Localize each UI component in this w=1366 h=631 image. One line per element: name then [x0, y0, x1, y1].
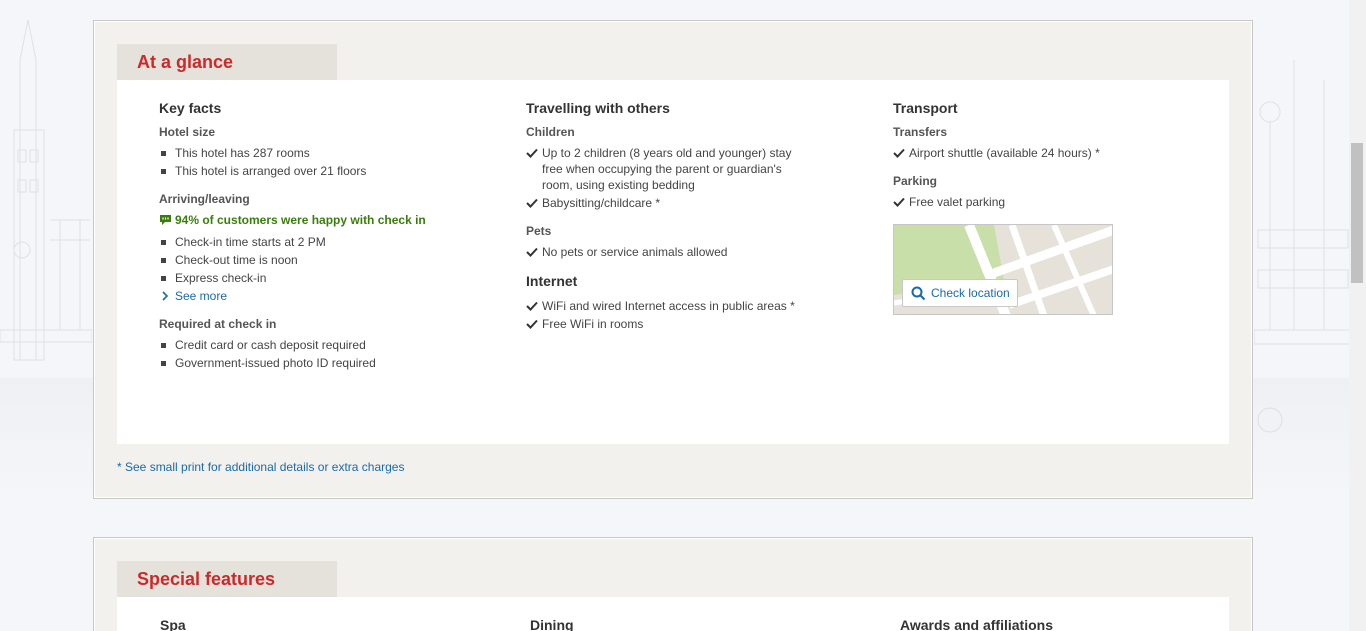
- parking-label: Parking: [893, 174, 938, 188]
- list-item: WiFi and wired Internet access in public…: [526, 298, 811, 314]
- hotel-size-label: Hotel size: [159, 125, 216, 139]
- chevron-right-icon: [162, 291, 169, 301]
- hotel-size-list: This hotel has 287 rooms This hotel is a…: [159, 145, 459, 179]
- transfers-group: Transfers Airport shuttle (available 24 …: [893, 125, 1193, 161]
- arriving-leaving-group: Arriving/leaving 94% of customers were h…: [159, 192, 459, 304]
- list-item: Up to 2 children (8 years old and younge…: [526, 145, 811, 193]
- transport-heading: Transport: [893, 100, 958, 116]
- bullet-icon: [161, 258, 166, 263]
- awards-heading: Awards and affiliations: [900, 617, 1053, 631]
- required-at-check-in-label: Required at check in: [159, 317, 277, 331]
- required-at-check-in-group: Required at check in Credit card or cash…: [159, 317, 459, 371]
- checkmark-icon: [526, 148, 538, 158]
- list-item: Credit card or cash deposit required: [159, 337, 459, 353]
- list-item: Babysitting/childcare *: [526, 195, 811, 211]
- section-title-at-a-glance: At a glance: [117, 44, 337, 80]
- children-group: Children Up to 2 children (8 years old a…: [526, 125, 826, 211]
- bullet-icon: [161, 276, 166, 281]
- travelling-heading: Travelling with others: [526, 100, 670, 116]
- at-a-glance-section: At a glance Key facts Hotel size This ho…: [93, 20, 1253, 499]
- travelling-column: Travelling with others Children Up to 2 …: [526, 100, 826, 345]
- small-print-link[interactable]: * See small print for additional details…: [117, 460, 404, 474]
- list-item: No pets or service animals allowed: [526, 244, 811, 260]
- parking-group: Parking Free valet parking: [893, 174, 1193, 210]
- internet-list: WiFi and wired Internet access in public…: [526, 298, 826, 332]
- see-more-link[interactable]: See more: [159, 288, 459, 304]
- page-scrollbar[interactable]: [1349, 0, 1366, 631]
- hotel-size-group: Hotel size This hotel has 287 rooms This…: [159, 125, 459, 179]
- checkmark-icon: [526, 198, 538, 208]
- arriving-leaving-list: Check-in time starts at 2 PM Check-out t…: [159, 234, 459, 286]
- pets-group: Pets No pets or service animals allowed: [526, 224, 826, 260]
- list-item: This hotel has 287 rooms: [159, 145, 459, 161]
- pets-label: Pets: [526, 224, 552, 238]
- list-item: Free valet parking: [893, 194, 1178, 210]
- checkmark-icon: [526, 247, 538, 257]
- skyline-illustration-left: [0, 19, 92, 361]
- check-location-button[interactable]: Check location: [902, 279, 1018, 307]
- location-map[interactable]: Check location: [893, 224, 1113, 315]
- skyline-illustration-right: [1254, 60, 1350, 433]
- list-item: Free WiFi in rooms: [526, 316, 811, 332]
- arriving-leaving-label: Arriving/leaving: [159, 192, 250, 206]
- list-item: Check-in time starts at 2 PM: [159, 234, 459, 250]
- speech-bubble-icon: [160, 215, 171, 225]
- scrollbar-thumb[interactable]: [1351, 143, 1363, 283]
- children-list: Up to 2 children (8 years old and younge…: [526, 145, 826, 211]
- parking-list: Free valet parking: [893, 194, 1193, 210]
- section-title-special-features: Special features: [117, 561, 337, 597]
- checkmark-icon: [893, 197, 905, 207]
- list-item: This hotel is arranged over 21 floors: [159, 163, 459, 179]
- bullet-icon: [161, 343, 166, 348]
- key-facts-column: Key facts Hotel size This hotel has 287 …: [159, 100, 459, 384]
- dining-heading: Dining: [530, 617, 574, 631]
- special-features-section: Special features Spa Dining Awards and a…: [93, 537, 1253, 631]
- check-in-satisfaction: 94% of customers were happy with check i…: [159, 212, 459, 228]
- required-list: Credit card or cash deposit required Gov…: [159, 337, 459, 371]
- bullet-icon: [161, 151, 166, 156]
- search-icon: [911, 286, 926, 301]
- spa-heading: Spa: [160, 617, 186, 631]
- special-features-panel: Spa Dining Awards and affiliations: [117, 597, 1229, 631]
- key-facts-heading: Key facts: [159, 100, 222, 116]
- checkmark-icon: [526, 301, 538, 311]
- bullet-icon: [161, 169, 166, 174]
- list-item: Check-out time is noon: [159, 252, 459, 268]
- checkmark-icon: [893, 148, 905, 158]
- list-item: Airport shuttle (available 24 hours) *: [893, 145, 1178, 161]
- list-item: Government-issued photo ID required: [159, 355, 459, 371]
- internet-group: Internet WiFi and wired Internet access …: [526, 273, 826, 332]
- transfers-label: Transfers: [893, 125, 948, 139]
- internet-heading: Internet: [526, 273, 578, 289]
- transfers-list: Airport shuttle (available 24 hours) *: [893, 145, 1193, 161]
- at-a-glance-panel: Key facts Hotel size This hotel has 287 …: [117, 80, 1229, 444]
- bullet-icon: [161, 240, 166, 245]
- checkmark-icon: [526, 319, 538, 329]
- list-item: Express check-in: [159, 270, 459, 286]
- children-label: Children: [526, 125, 575, 139]
- pets-list: No pets or service animals allowed: [526, 244, 826, 260]
- bullet-icon: [161, 361, 166, 366]
- transport-column: Transport Transfers Airport shuttle (ava…: [893, 100, 1193, 315]
